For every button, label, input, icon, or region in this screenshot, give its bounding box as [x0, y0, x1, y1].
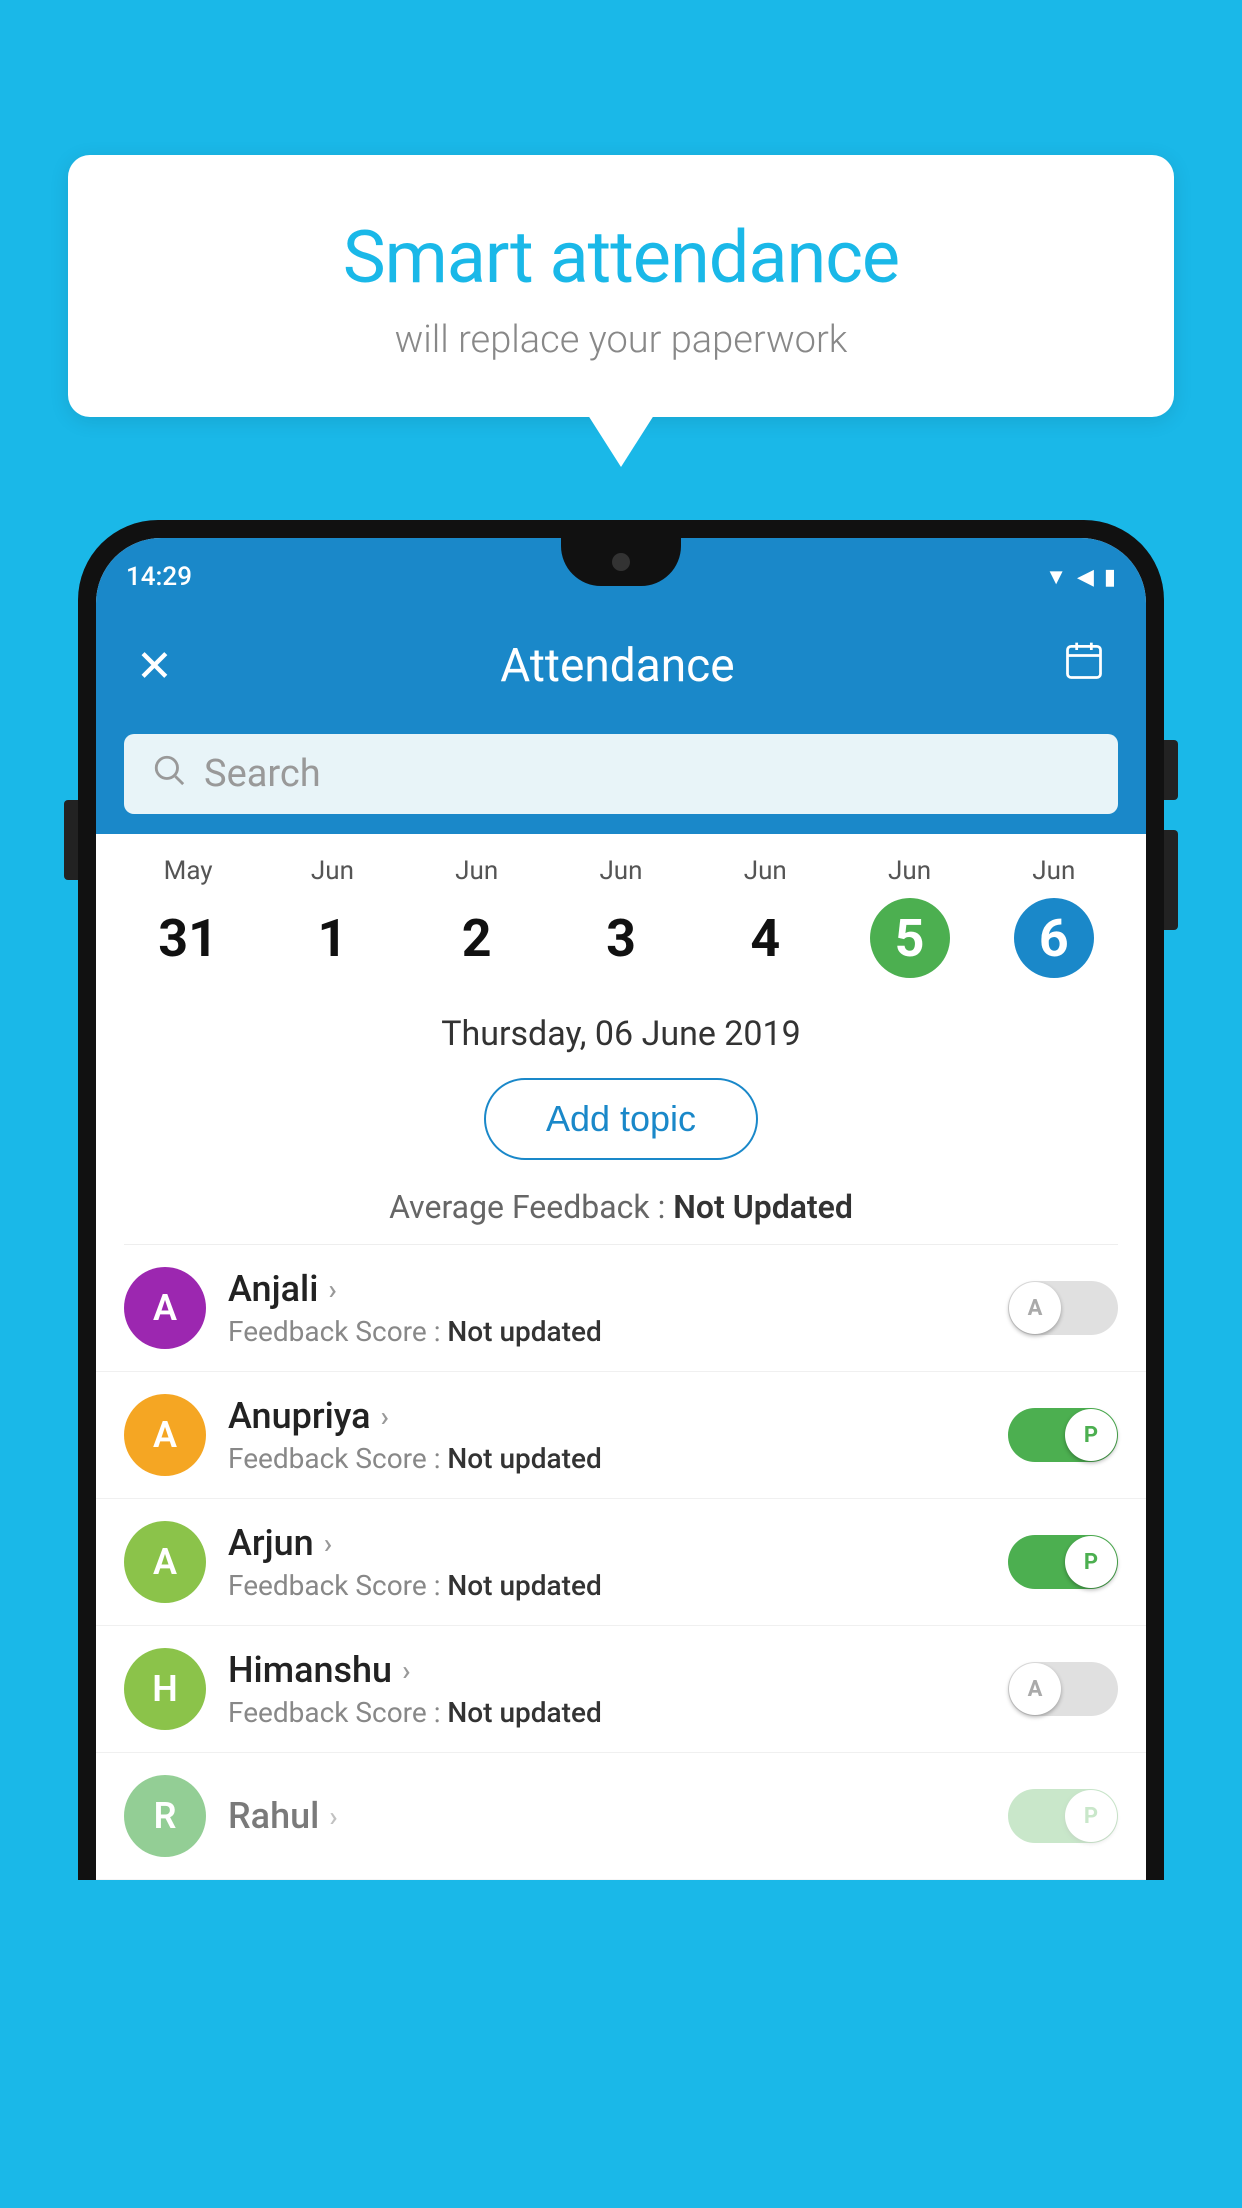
speech-bubble: Smart attendance will replace your paper… — [68, 155, 1174, 417]
student-info-anupriya[interactable]: Anupriya › Feedback Score : Not updated — [228, 1395, 986, 1475]
add-topic-button[interactable]: Add topic — [484, 1078, 758, 1160]
avg-feedback-label: Average Feedback : Not Updated — [389, 1188, 853, 1226]
student-item-anupriya: A Anupriya › Feedback Score : Not update… — [96, 1372, 1146, 1499]
score-label-himanshu: Feedback Score : Not updated — [228, 1696, 602, 1729]
selected-date-text: Thursday, 06 June 2019 — [441, 1014, 801, 1054]
student-name-himanshu: Himanshu — [228, 1649, 392, 1691]
signal-icon: ◀ — [1077, 565, 1094, 590]
volume-button — [64, 800, 78, 880]
student-info-anjali[interactable]: Anjali › Feedback Score : Not updated — [228, 1268, 986, 1348]
student-item-himanshu: H Himanshu › Feedback Score : Not update… — [96, 1626, 1146, 1753]
student-name-partial: Rahul — [228, 1795, 319, 1837]
toggle-arjun[interactable]: P — [1008, 1535, 1118, 1589]
cal-day-0[interactable]: May 31 — [116, 856, 260, 978]
search-input-placeholder: Search — [204, 752, 321, 796]
bubble-subtitle: will replace your paperwork — [128, 318, 1114, 362]
chevron-icon: › — [324, 1527, 332, 1560]
avatar-partial: R — [124, 1775, 206, 1857]
app-header: ✕ Attendance — [96, 616, 1146, 716]
bubble-title: Smart attendance — [128, 215, 1114, 300]
header-title: Attendance — [500, 639, 734, 693]
calendar-button[interactable] — [1062, 639, 1106, 693]
toggle-anjali[interactable]: A — [1008, 1281, 1118, 1335]
student-name-arjun: Arjun — [228, 1522, 314, 1564]
chevron-icon: › — [328, 1273, 336, 1306]
cal-day-1[interactable]: Jun 1 — [260, 856, 404, 978]
cal-day-3[interactable]: Jun 3 — [549, 856, 693, 978]
student-info-himanshu[interactable]: Himanshu › Feedback Score : Not updated — [228, 1649, 986, 1729]
chevron-icon: › — [402, 1654, 410, 1687]
speech-bubble-container: Smart attendance will replace your paper… — [68, 155, 1174, 417]
wifi-icon: ▼ — [1045, 564, 1067, 590]
add-topic-container: Add topic — [96, 1064, 1146, 1178]
status-icons: ▼ ◀ ▮ — [1045, 564, 1116, 590]
volume-down-button — [1164, 830, 1178, 930]
score-label-anupriya: Feedback Score : Not updated — [228, 1442, 602, 1475]
student-name-anjali: Anjali — [228, 1268, 318, 1310]
power-button — [1164, 740, 1178, 800]
avg-feedback-value: Not Updated — [673, 1188, 853, 1226]
battery-icon: ▮ — [1104, 565, 1116, 590]
phone-screen: 14:29 ▼ ◀ ▮ ✕ Attendance — [96, 538, 1146, 1880]
score-label-anjali: Feedback Score : Not updated — [228, 1315, 602, 1348]
student-item-anjali: A Anjali › Feedback Score : Not updated … — [96, 1245, 1146, 1372]
cal-day-4[interactable]: Jun 4 — [693, 856, 837, 978]
student-item-arjun: A Arjun › Feedback Score : Not updated P — [96, 1499, 1146, 1626]
student-info-partial: Rahul › — [228, 1795, 986, 1837]
chevron-icon: › — [381, 1400, 389, 1433]
student-name-anupriya: Anupriya — [228, 1395, 371, 1437]
status-time: 14:29 — [126, 562, 192, 592]
notch — [561, 538, 681, 586]
search-bar[interactable]: Search — [124, 734, 1118, 814]
toggle-partial[interactable]: P — [1008, 1789, 1118, 1843]
average-feedback: Average Feedback : Not Updated — [96, 1178, 1146, 1244]
cal-day-5[interactable]: Jun 5 — [837, 856, 981, 978]
avatar-anjali: A — [124, 1267, 206, 1349]
toggle-himanshu[interactable]: A — [1008, 1662, 1118, 1716]
phone-outer: 14:29 ▼ ◀ ▮ ✕ Attendance — [78, 520, 1164, 1880]
cal-day-2[interactable]: Jun 2 — [405, 856, 549, 978]
cal-day-6[interactable]: Jun 6 — [982, 856, 1126, 978]
avatar-arjun: A — [124, 1521, 206, 1603]
calendar-strip: May 31 Jun 1 Jun 2 Jun 3 Jun 4 — [96, 834, 1146, 996]
score-label-arjun: Feedback Score : Not updated — [228, 1569, 602, 1602]
status-bar: 14:29 ▼ ◀ ▮ — [96, 538, 1146, 616]
phone-frame: 14:29 ▼ ◀ ▮ ✕ Attendance — [78, 520, 1164, 2208]
student-list: A Anjali › Feedback Score : Not updated … — [96, 1245, 1146, 1880]
avatar-anupriya: A — [124, 1394, 206, 1476]
avatar-himanshu: H — [124, 1648, 206, 1730]
toggle-anupriya[interactable]: P — [1008, 1408, 1118, 1462]
student-item-partial: R Rahul › P — [96, 1753, 1146, 1880]
search-container: Search — [96, 716, 1146, 834]
close-button[interactable]: ✕ — [136, 640, 173, 692]
student-info-arjun[interactable]: Arjun › Feedback Score : Not updated — [228, 1522, 986, 1602]
chevron-icon: › — [329, 1800, 337, 1833]
date-label: Thursday, 06 June 2019 — [96, 996, 1146, 1064]
search-icon — [152, 753, 186, 796]
